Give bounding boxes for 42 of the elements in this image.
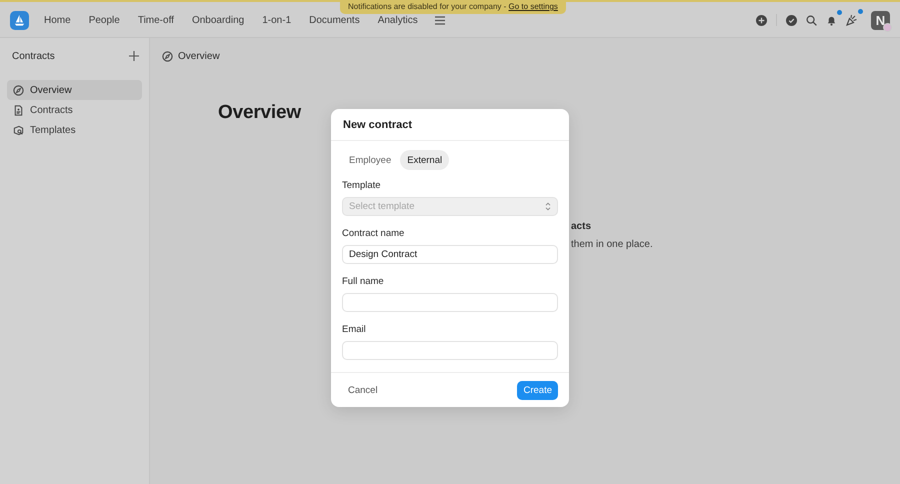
page-heading: Overview [218,102,302,124]
menu-icon[interactable] [434,16,445,24]
field-label: Template [342,180,382,191]
nav-link[interactable]: 1-on-1 [253,10,300,30]
input-field[interactable]: Design Contract [342,245,558,264]
nav-link[interactable]: Documents [300,10,369,30]
user-avatar[interactable]: N [871,10,890,30]
empty-state-title: acts [571,221,592,232]
party-icon[interactable] [846,14,858,26]
nav-link[interactable]: People [80,10,129,30]
nav-link[interactable]: Time-off [128,10,183,30]
add-icon[interactable] [129,51,139,61]
bell-icon[interactable] [826,14,837,26]
input-field[interactable] [342,293,558,312]
banner-text: Notifications are disabled for your company - [348,2,508,11]
nav-link[interactable]: Onboarding [182,10,254,30]
sidebar-title: Contracts [12,50,55,62]
app-logo[interactable] [10,10,29,30]
field-label: Full name [342,276,385,287]
nav-link[interactable]: Home [35,10,80,30]
field-label: Email [342,324,367,335]
search-icon[interactable] [806,14,817,26]
sidebar-item[interactable]: Templates [7,120,142,140]
template-icon [13,124,24,136]
nav-link[interactable]: Analytics [368,10,427,30]
settings-link[interactable]: Go to settings [508,2,558,11]
tab[interactable]: Employee [342,150,398,170]
breadcrumb[interactable]: Overview [178,50,220,62]
field-label: Contract name [342,228,406,239]
add-icon[interactable] [756,14,767,26]
cancel-button[interactable]: Cancel [342,381,384,400]
compass-icon [162,50,173,62]
chevron-icon [545,202,551,211]
check-icon[interactable] [786,14,797,26]
empty-state-text: them in one place. [571,239,653,250]
sidebar-item[interactable]: Contracts [7,100,142,120]
tab[interactable]: External [400,150,450,170]
sidebar-item[interactable]: Overview [7,80,142,100]
input-field[interactable] [342,341,558,360]
document-icon [13,104,24,116]
dialog-title: New contract [331,109,569,141]
compass-icon [13,84,24,96]
